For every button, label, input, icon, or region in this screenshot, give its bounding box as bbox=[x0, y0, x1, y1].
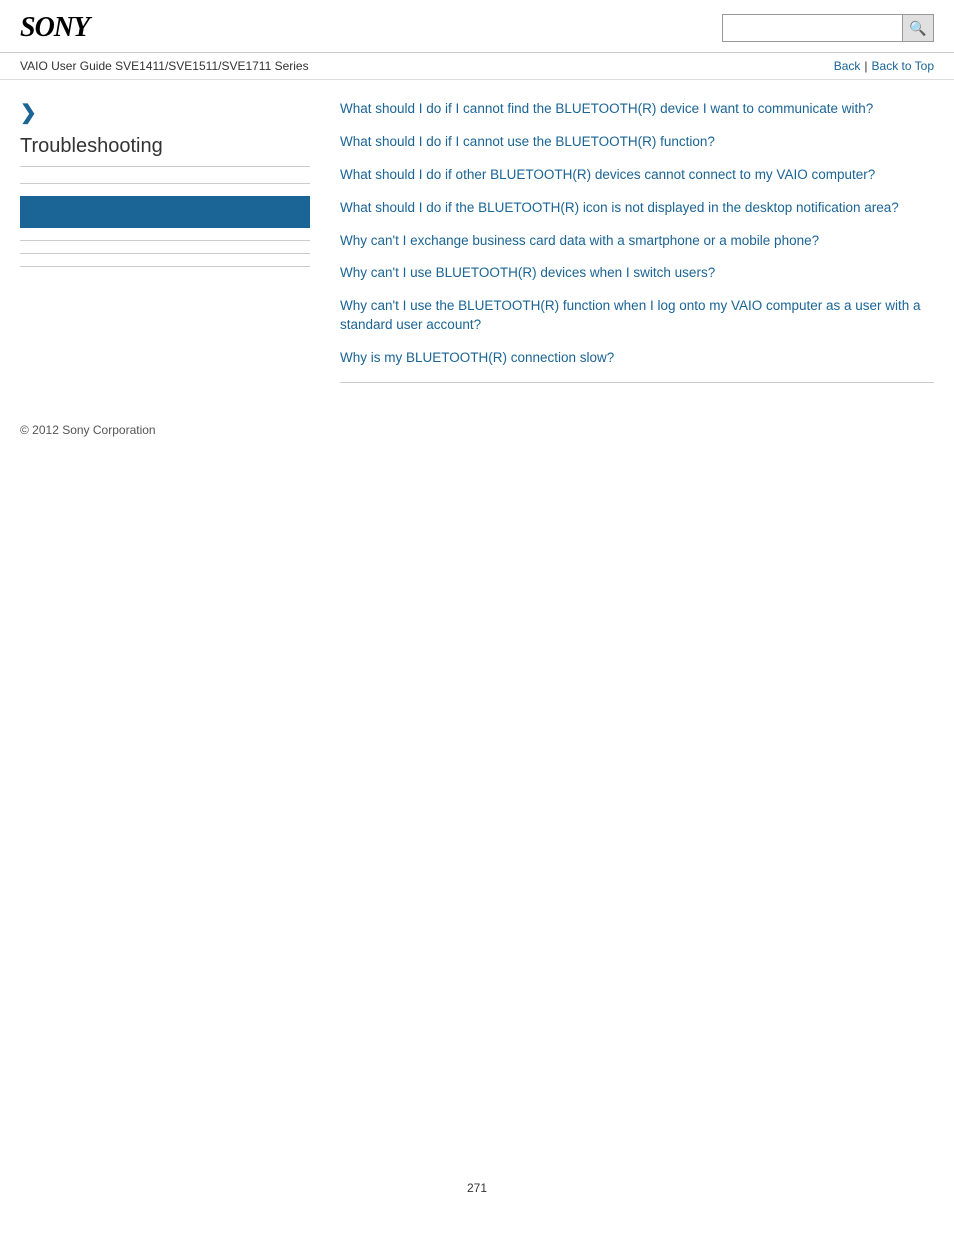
content-bottom-border bbox=[340, 382, 934, 383]
search-input[interactable] bbox=[722, 14, 902, 42]
content-link-6[interactable]: Why can't I use the BLUETOOTH(R) functio… bbox=[340, 298, 921, 332]
list-item: What should I do if the BLUETOOTH(R) ico… bbox=[340, 199, 934, 218]
header: SONY 🔍 bbox=[0, 0, 954, 53]
search-button[interactable]: 🔍 bbox=[902, 14, 934, 42]
nav-bar: VAIO User Guide SVE1411/SVE1511/SVE1711 … bbox=[0, 53, 954, 80]
content-link-0[interactable]: What should I do if I cannot find the BL… bbox=[340, 101, 873, 116]
bluetooth-links-list: What should I do if I cannot find the BL… bbox=[340, 100, 934, 368]
list-item: What should I do if I cannot use the BLU… bbox=[340, 133, 934, 152]
sony-logo: SONY bbox=[20, 12, 89, 44]
content-area: What should I do if I cannot find the BL… bbox=[330, 100, 934, 383]
page-number: 271 bbox=[0, 1181, 954, 1195]
guide-title: VAIO User Guide SVE1411/SVE1511/SVE1711 … bbox=[20, 59, 309, 73]
search-icon: 🔍 bbox=[909, 20, 926, 37]
copyright-text: © 2012 Sony Corporation bbox=[20, 423, 156, 437]
sidebar-arrow-icon: ❯ bbox=[20, 100, 310, 125]
sidebar-active-item[interactable] bbox=[20, 196, 310, 228]
content-link-7[interactable]: Why is my BLUETOOTH(R) connection slow? bbox=[340, 350, 614, 365]
nav-separator: | bbox=[864, 59, 867, 73]
content-link-1[interactable]: What should I do if I cannot use the BLU… bbox=[340, 134, 715, 149]
sidebar-divider-3 bbox=[20, 253, 310, 254]
content-link-3[interactable]: What should I do if the BLUETOOTH(R) ico… bbox=[340, 200, 899, 215]
list-item: Why is my BLUETOOTH(R) connection slow? bbox=[340, 349, 934, 368]
nav-links: Back | Back to Top bbox=[834, 59, 934, 73]
list-item: What should I do if I cannot find the BL… bbox=[340, 100, 934, 119]
list-item: What should I do if other BLUETOOTH(R) d… bbox=[340, 166, 934, 185]
list-item: Why can't I use the BLUETOOTH(R) functio… bbox=[340, 297, 934, 335]
search-area: 🔍 bbox=[722, 14, 934, 42]
back-to-top-link[interactable]: Back to Top bbox=[872, 59, 934, 73]
content-link-4[interactable]: Why can't I exchange business card data … bbox=[340, 233, 819, 248]
list-item: Why can't I exchange business card data … bbox=[340, 232, 934, 251]
sidebar: ❯ Troubleshooting bbox=[20, 100, 330, 383]
sidebar-section-title: Troubleshooting bbox=[20, 135, 310, 167]
content-link-5[interactable]: Why can't I use BLUETOOTH(R) devices whe… bbox=[340, 265, 715, 280]
sidebar-divider-2 bbox=[20, 240, 310, 241]
content-link-2[interactable]: What should I do if other BLUETOOTH(R) d… bbox=[340, 167, 875, 182]
footer: © 2012 Sony Corporation bbox=[0, 403, 954, 457]
list-item: Why can't I use BLUETOOTH(R) devices whe… bbox=[340, 264, 934, 283]
main-content: ❯ Troubleshooting What should I do if I … bbox=[0, 80, 954, 403]
back-link[interactable]: Back bbox=[834, 59, 861, 73]
sidebar-divider-4 bbox=[20, 266, 310, 267]
sidebar-divider-1 bbox=[20, 183, 310, 184]
